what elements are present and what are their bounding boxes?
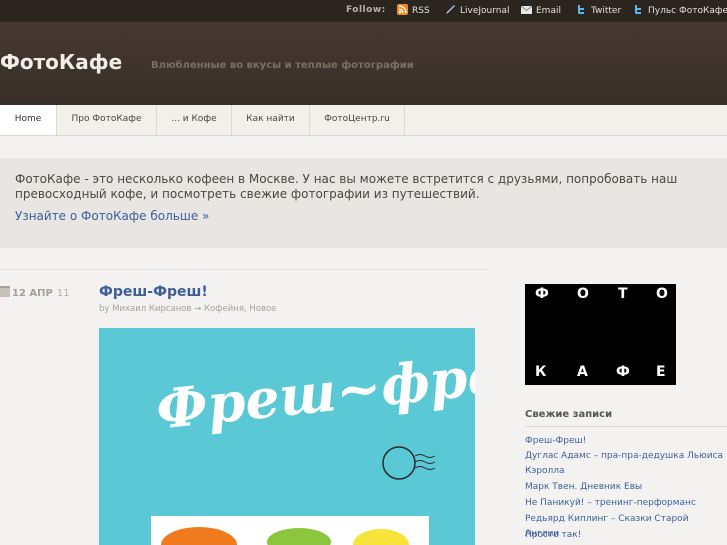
recent-posts-title: Свежие записи — [525, 409, 613, 420]
recent-post-link[interactable]: Просто так! — [525, 528, 725, 543]
logo-letter: К — [535, 364, 547, 380]
post-date-year: 11 — [56, 288, 70, 299]
fresh-fresh-illustration: Фреш~фреш — [151, 336, 475, 545]
calendar-icon — [0, 286, 10, 297]
top-bar: Follow: RSS LiveJournal Email Twitter Пу… — [0, 0, 727, 22]
recent-post-link[interactable]: Марк Твен. Дневник Евы — [525, 480, 725, 495]
content-divider — [0, 269, 490, 270]
site-tagline: Влюбленные во вкусы и теплые фотографии — [151, 60, 414, 71]
nav-location[interactable]: Как найти — [232, 105, 310, 135]
learn-more-link[interactable]: Узнайте о ФотоКафе больше » — [15, 209, 209, 223]
pulse-fotocafe-label: Пульс ФотоКафе — [648, 6, 727, 16]
site-title[interactable]: ФотоКафе — [0, 50, 122, 74]
twitter-link[interactable]: Twitter — [576, 4, 621, 16]
post-image[interactable]: Фреш~фреш — [99, 328, 475, 545]
postmark-waves — [414, 454, 436, 470]
post-date-month: АПР — [29, 288, 53, 299]
email-label: Email — [536, 6, 561, 16]
follow-label: Follow: — [346, 5, 386, 15]
nav-fotocenter[interactable]: ФотоЦентр.ru — [310, 105, 405, 135]
recent-post-link[interactable]: Фреш-Фреш! — [525, 434, 725, 449]
nav-home[interactable]: Home — [0, 105, 57, 135]
pulse-fotocafe-link[interactable]: Пульс ФотоКафе — [633, 4, 727, 16]
post-date-day: 12 — [12, 288, 26, 299]
logo-letter: О — [577, 286, 589, 302]
logo-letter: А — [577, 364, 588, 380]
recent-post-link[interactable]: Дуглас Адамс – пра-пра-дедушка Льюиса Кэ… — [525, 449, 725, 479]
arrow-icon: → — [194, 304, 202, 314]
rss-icon — [397, 4, 408, 15]
intro-box: ФотоКафе - это несколько кофеен в Москве… — [0, 158, 727, 248]
nav-coffee[interactable]: ... и Кофе — [157, 105, 232, 135]
rss-link[interactable]: RSS — [397, 4, 430, 16]
sidebar-divider — [525, 426, 727, 427]
illustration-lettering: Фреш~фреш — [153, 336, 475, 442]
post-author[interactable]: by Михаил Кирсанов — [99, 304, 192, 314]
intro-text: ФотоКафе - это несколько кофеен в Москве… — [15, 172, 678, 201]
twitter-label: Twitter — [591, 6, 622, 16]
logo-letter: Е — [656, 364, 666, 380]
logo-letter: Ф — [616, 364, 630, 380]
fotocafe-logo[interactable]: Ф О Т О К А Ф Е — [525, 284, 676, 385]
post-title[interactable]: Фреш-Фреш! — [99, 284, 208, 300]
livejournal-label: LiveJournal — [460, 6, 510, 16]
logo-letter: Т — [618, 286, 628, 302]
recent-post-link[interactable]: Не Паникуй! – тренинг-перформанс — [525, 496, 725, 511]
main-nav: Home Про ФотоКафе ... и Кофе Как найти Ф… — [0, 105, 727, 136]
livejournal-icon — [446, 5, 455, 14]
nav-about[interactable]: Про ФотоКафе — [57, 105, 157, 135]
category-link-new[interactable]: Новое — [249, 304, 276, 314]
logo-letter: О — [656, 286, 668, 302]
twitter-icon — [578, 5, 584, 14]
email-link[interactable]: Email — [521, 4, 561, 16]
email-icon — [521, 5, 532, 14]
post-date: 12 АПР 11 — [0, 286, 70, 299]
twitter-icon — [635, 5, 641, 14]
category-separator: , — [243, 304, 247, 314]
category-link-cafe[interactable]: Кофейня — [204, 304, 244, 314]
rss-label: RSS — [412, 6, 430, 16]
logo-letter: Ф — [535, 286, 549, 302]
stamp-icon — [382, 446, 416, 480]
post-meta: by Михаил Кирсанов → Кофейня, Новое — [99, 304, 276, 314]
livejournal-link[interactable]: LiveJournal — [445, 4, 510, 16]
